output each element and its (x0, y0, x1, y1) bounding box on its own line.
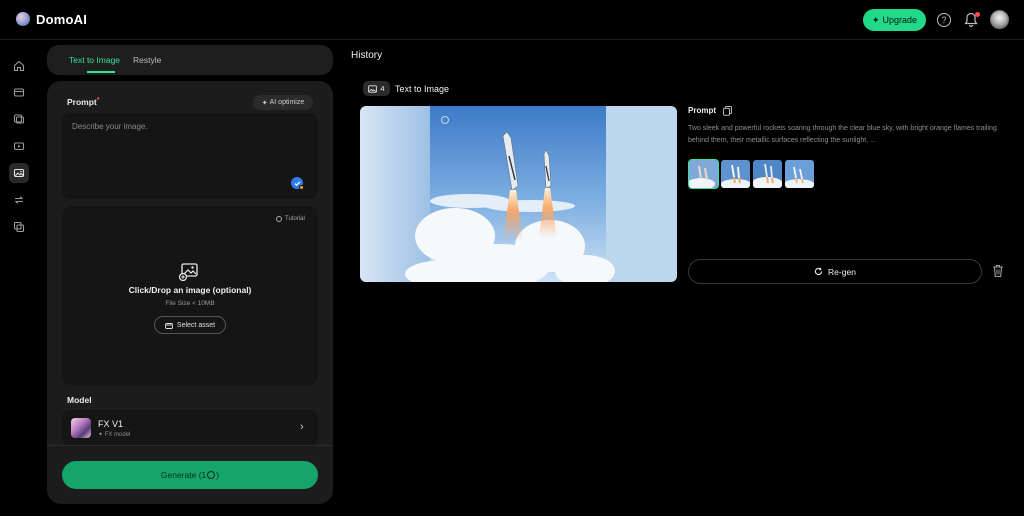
help-icon[interactable]: ? (937, 13, 951, 27)
regen-label: Re-gen (828, 266, 856, 277)
user-avatar[interactable] (990, 10, 1009, 29)
ai-optimize-label: AI optimize (269, 99, 305, 106)
model-selector[interactable]: FX V1 ✦ FX model › (62, 410, 318, 446)
logo-icon[interactable] (16, 12, 30, 26)
top-bar: DomoAI ✦ Upgrade ? (0, 0, 1024, 40)
regen-button[interactable]: Re-gen (688, 259, 982, 284)
model-subtitle-text: FX model (104, 432, 131, 438)
restyle-icon[interactable] (9, 190, 29, 210)
refresh-icon (814, 267, 823, 276)
result-thumbnail[interactable] (721, 160, 750, 188)
history-prompt-label: Prompt (688, 106, 716, 115)
generation-panel: Prompt* ✦ AI optimize Describe your imag… (47, 81, 333, 504)
image-add-icon (179, 263, 198, 281)
prompt-label-text: Prompt (67, 97, 97, 107)
image-count-badge: 4 (363, 81, 390, 96)
result-thumbnail[interactable] (688, 159, 719, 189)
sparkle-icon: ✦ (261, 99, 268, 107)
upload-title: Click/Drop an image (optional) (128, 285, 252, 295)
thumbnail-image (785, 160, 814, 188)
rocket-image (360, 106, 677, 282)
image-icon[interactable] (9, 163, 29, 183)
model-label: Model (67, 395, 92, 405)
tutorial-link[interactable]: Tutorial (276, 216, 305, 222)
history-prompt-text: Two sleek and powerful rockets soaring t… (688, 125, 997, 144)
sparkle-icon: ✦ (871, 14, 880, 25)
status-dot (299, 185, 304, 190)
generated-image-preview[interactable] (360, 106, 677, 282)
ai-optimize-button[interactable]: ✦ AI optimize (253, 95, 313, 110)
upgrade-button[interactable]: ✦ Upgrade (863, 9, 926, 31)
generate-button[interactable]: Generate (1 ) (62, 461, 318, 489)
upgrade-label: Upgrade (882, 15, 918, 25)
required-mark: * (96, 97, 100, 104)
credit-icon (207, 471, 216, 479)
prompt-label: Prompt* (67, 97, 99, 107)
divider (47, 445, 333, 446)
thumbnail-image (689, 160, 718, 188)
generate-label: Generate (1 (160, 470, 207, 480)
upload-size-hint: File Size < 10MB (165, 300, 215, 307)
mode-tabs: Text to Image Restyle (47, 45, 333, 75)
tutorial-label: Tutorial (285, 216, 305, 222)
select-asset-button[interactable]: Select asset (154, 316, 226, 334)
image-upload-dropzone[interactable]: Tutorial Click/Drop an image (optional) … (62, 206, 318, 385)
copy-icon[interactable] (723, 106, 732, 116)
model-subtitle: ✦ FX model (98, 432, 131, 438)
brand-name[interactable]: DomoAI (36, 12, 87, 27)
home-icon[interactable] (9, 56, 29, 76)
thumbnail-image (753, 160, 782, 188)
chevron-right-icon: › (300, 421, 304, 433)
model-thumbnail (71, 418, 91, 438)
generate-suffix: ) (216, 470, 220, 480)
model-name: FX V1 (98, 419, 124, 429)
box-icon[interactable] (9, 82, 29, 102)
prompt-input[interactable]: Describe your image. (62, 113, 318, 199)
active-tab-indicator (87, 71, 115, 73)
image-count: 4 (380, 84, 385, 93)
thumbnail-image (721, 160, 750, 188)
video-icon[interactable] (9, 136, 29, 156)
select-asset-label: Select asset (176, 321, 216, 329)
trash-icon[interactable] (992, 264, 1004, 278)
result-thumbnail[interactable] (785, 160, 814, 188)
notification-dot (975, 12, 980, 17)
prompt-placeholder: Describe your image. (72, 122, 148, 131)
asset-icon (165, 322, 173, 329)
layers-icon[interactable] (9, 109, 29, 129)
image-icon (368, 84, 378, 93)
tab-restyle[interactable]: Restyle (133, 55, 161, 65)
result-thumbnail[interactable] (753, 160, 782, 188)
info-icon (276, 216, 282, 222)
history-title: History (351, 50, 383, 61)
copy-icon[interactable] (9, 217, 29, 237)
tab-text-to-image[interactable]: Text to Image (69, 55, 120, 65)
history-section-title: Text to Image (395, 84, 450, 94)
